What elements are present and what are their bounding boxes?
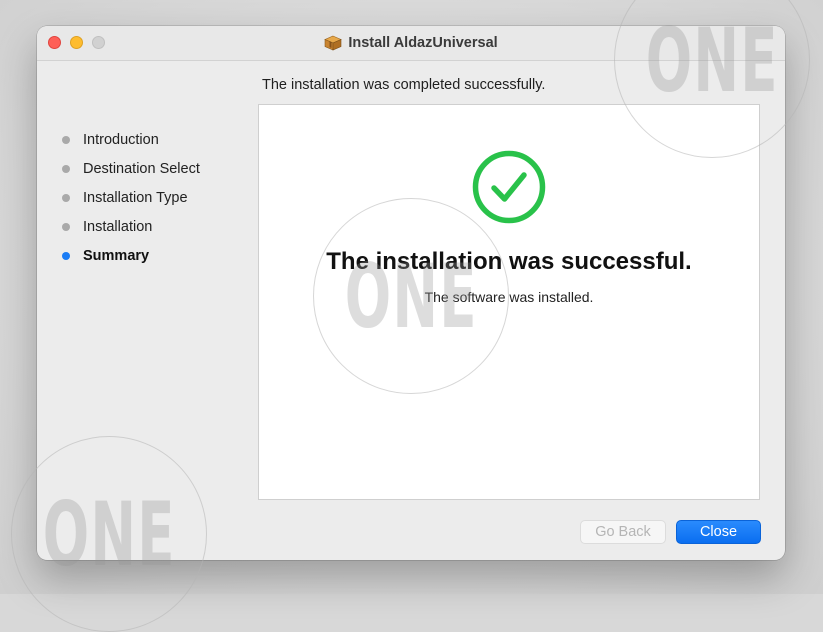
step-bullet-icon: [62, 136, 70, 144]
step-label: Summary: [83, 248, 150, 264]
title-bar[interactable]: Install AldazUniversal: [37, 26, 785, 61]
step-destination-select: Destination Select: [61, 158, 200, 187]
checkmark-circle-icon: [472, 150, 546, 224]
content-pane: The installation was successful. The sof…: [258, 104, 760, 500]
window-title: Install AldazUniversal: [37, 26, 785, 60]
step-label: Installation: [83, 219, 153, 235]
step-label: Introduction: [83, 132, 159, 148]
step-label: Installation Type: [83, 190, 188, 206]
installer-window: Install AldazUniversal The installation …: [37, 26, 785, 560]
package-icon: [324, 35, 343, 51]
step-installation-type: Installation Type: [61, 187, 200, 216]
installer-steps: Introduction Destination Select Installa…: [61, 129, 200, 274]
go-back-button[interactable]: Go Back: [580, 520, 666, 544]
close-button[interactable]: Close: [676, 520, 761, 544]
step-summary: Summary: [61, 245, 200, 274]
success-title: The installation was successful.: [326, 248, 692, 275]
step-label: Destination Select: [83, 161, 200, 177]
step-introduction: Introduction: [61, 129, 200, 158]
status-header: The installation was completed successfu…: [262, 77, 546, 93]
step-installation: Installation: [61, 216, 200, 245]
success-subtitle: The software was installed.: [424, 289, 594, 305]
step-bullet-icon: [62, 223, 70, 231]
active-step-bullet-icon: [62, 252, 70, 260]
window-title-text: Install AldazUniversal: [348, 35, 498, 51]
step-bullet-icon: [62, 194, 70, 202]
step-bullet-icon: [62, 165, 70, 173]
